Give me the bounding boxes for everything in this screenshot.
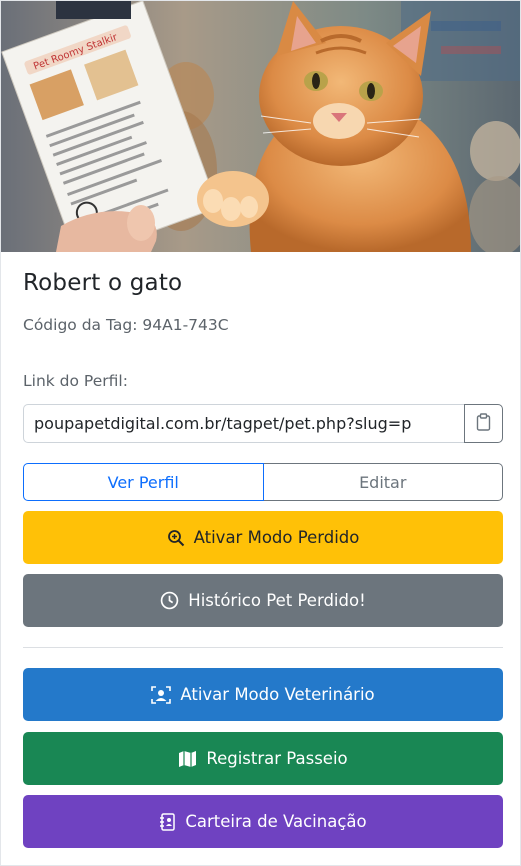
vet-mode-label: Ativar Modo Veterinário	[180, 685, 375, 704]
lost-history-button[interactable]: Histórico Pet Perdido!	[23, 574, 503, 627]
edit-button[interactable]: Editar	[263, 463, 503, 501]
vaccination-label: Carteira de Vacinação	[185, 812, 367, 831]
divider	[23, 647, 503, 648]
tag-code: Código da Tag: 94A1-743C	[23, 316, 229, 334]
walk-label: Registrar Passeio	[206, 749, 348, 768]
pet-name: Robert o gato	[23, 270, 183, 296]
copy-link-button[interactable]	[464, 404, 503, 443]
journal-icon	[159, 812, 176, 831]
clipboard-icon	[475, 412, 492, 435]
profile-link-input[interactable]	[23, 404, 464, 443]
lost-history-label: Histórico Pet Perdido!	[188, 591, 366, 610]
lost-mode-button[interactable]: Ativar Modo Perdido	[23, 511, 503, 564]
pet-photo: Pet Roomy Stalkir	[1, 1, 520, 252]
vet-mode-button[interactable]: Ativar Modo Veterinário	[23, 668, 503, 721]
vaccination-button[interactable]: Carteira de Vacinação	[23, 795, 503, 848]
profile-link-label: Link do Perfil:	[23, 372, 128, 390]
person-badge-icon	[151, 685, 172, 704]
clock-icon	[160, 591, 179, 610]
tag-code-label: Código da Tag:	[23, 316, 138, 334]
tag-code-value: 94A1-743C	[142, 316, 229, 334]
walk-button[interactable]: Registrar Passeio	[23, 732, 503, 785]
profile-tabs: Ver Perfil Editar	[23, 463, 503, 501]
pet-card: Pet Roomy Stalkir Robert o gato Código d…	[0, 0, 521, 866]
map-icon	[178, 750, 197, 768]
lost-mode-label: Ativar Modo Perdido	[193, 528, 360, 547]
search-zoom-icon	[167, 529, 185, 547]
profile-link-group	[23, 404, 503, 443]
view-profile-button[interactable]: Ver Perfil	[23, 463, 264, 501]
